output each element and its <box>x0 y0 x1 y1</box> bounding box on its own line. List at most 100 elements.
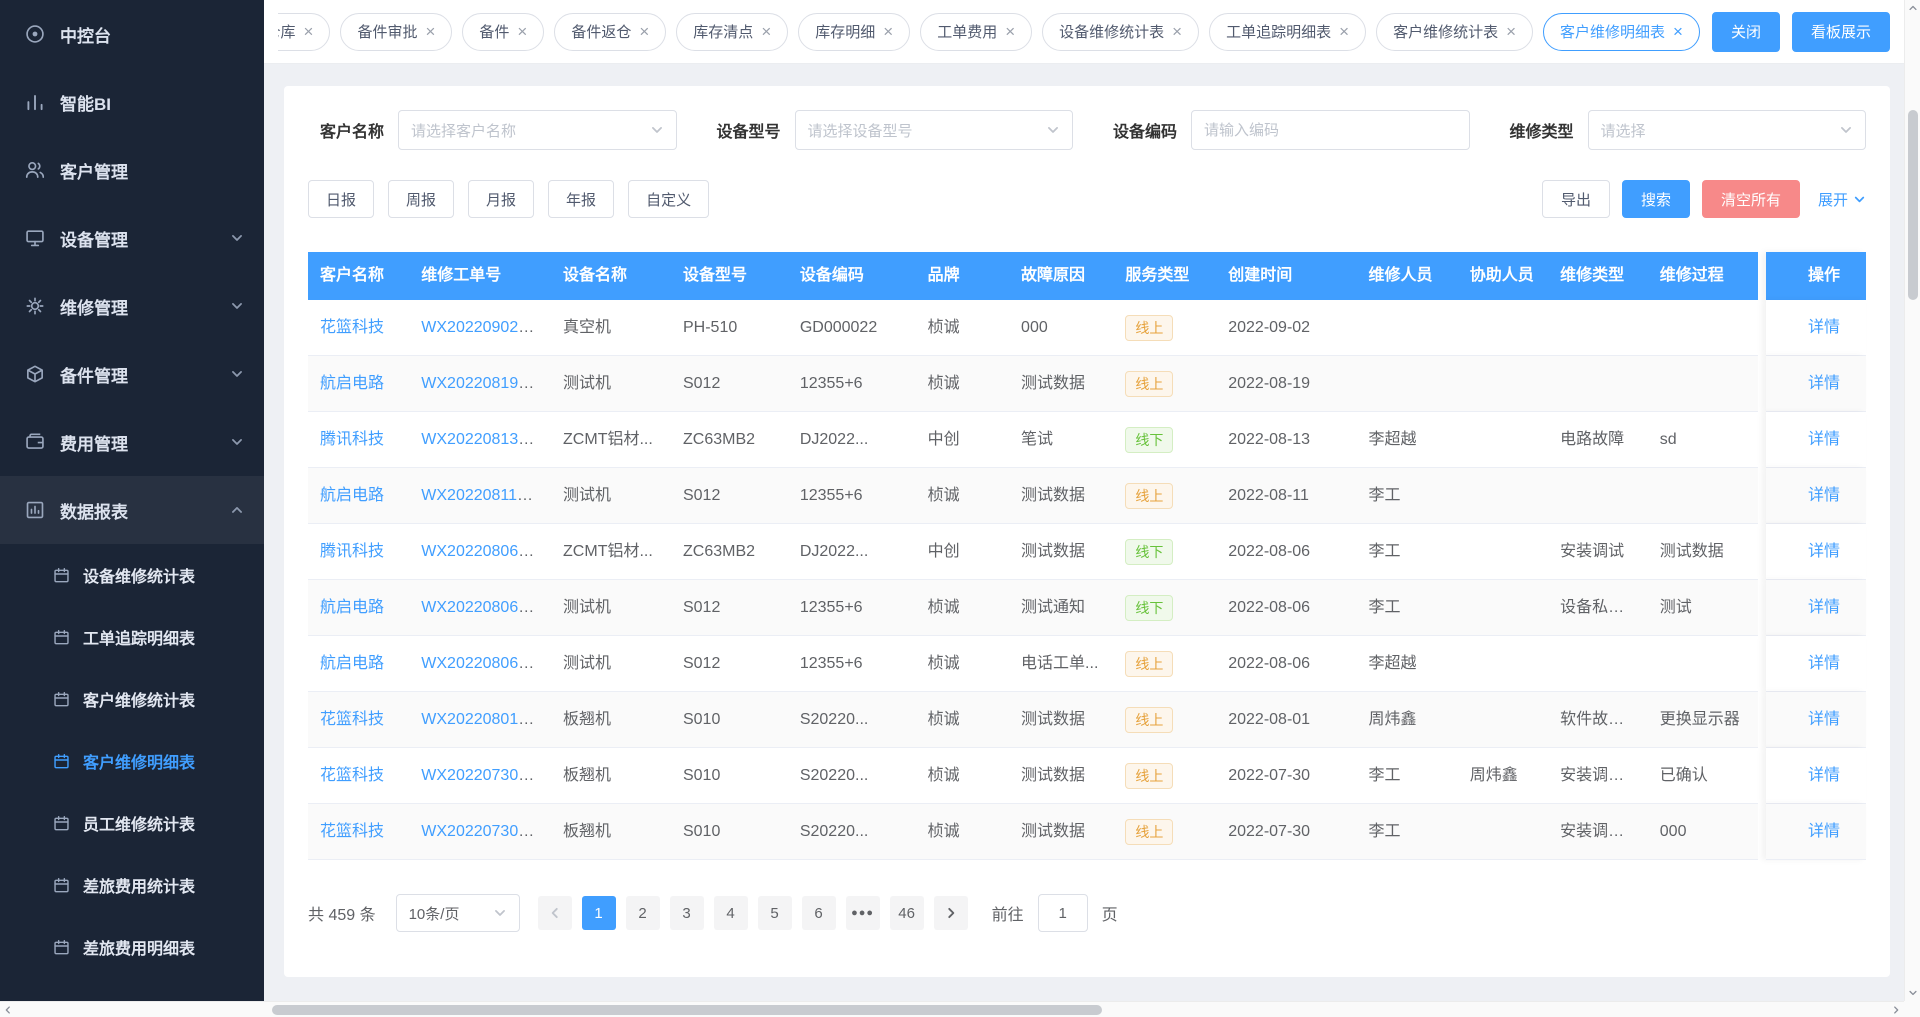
tab[interactable]: 工单费用× <box>920 13 1032 51</box>
period-button[interactable]: 自定义 <box>628 180 709 218</box>
sidebar-item-repair[interactable]: 维修管理 <box>0 272 264 340</box>
customer-name-select[interactable]: 请选择客户名称 <box>398 110 677 150</box>
sidebar-item-console[interactable]: 中控台 <box>0 0 264 68</box>
close-tab-icon[interactable]: × <box>639 23 649 40</box>
close-tab-icon[interactable]: × <box>1339 23 1349 40</box>
order-link[interactable]: WX202208190001 <box>421 375 551 392</box>
customer-link[interactable]: 航启电路 <box>320 487 384 504</box>
customer-link[interactable]: 花篮科技 <box>320 711 384 728</box>
period-button[interactable]: 日报 <box>308 180 374 218</box>
order-link[interactable]: WX202208060003 <box>421 543 551 560</box>
pager-page[interactable]: 5 <box>758 896 792 930</box>
detail-link[interactable]: 详情 <box>1808 375 1840 392</box>
next-page-button[interactable] <box>934 896 968 930</box>
pager-page[interactable]: 4 <box>714 896 748 930</box>
sidebar-subitem[interactable]: 差旅费用统计表 <box>0 854 264 916</box>
close-tab-icon[interactable]: × <box>1005 23 1015 40</box>
sidebar-subitem[interactable]: 差旅费用明细表 <box>0 916 264 978</box>
customer-link[interactable]: 腾讯科技 <box>320 543 384 560</box>
close-tab-icon[interactable]: × <box>761 23 771 40</box>
device-code-input[interactable] <box>1191 110 1470 150</box>
sidebar-item-report[interactable]: 数据报表 <box>0 476 264 544</box>
tab[interactable]: 设备维修统计表× <box>1042 13 1199 51</box>
pager-page[interactable]: 1 <box>582 896 616 930</box>
order-link[interactable]: WX202208130001 <box>421 431 551 448</box>
customer-link[interactable]: 花篮科技 <box>320 823 384 840</box>
tab[interactable]: 备件返仓× <box>554 13 666 51</box>
tab[interactable]: 库存明细× <box>798 13 910 51</box>
pager-more[interactable]: ●●● <box>846 896 880 930</box>
order-link[interactable]: WX202208060001 <box>421 655 551 672</box>
sidebar-item-cost[interactable]: 费用管理 <box>0 408 264 476</box>
customer-link[interactable]: 腾讯科技 <box>320 431 384 448</box>
sidebar-subitem[interactable]: 设备维修统计表 <box>0 544 264 606</box>
period-button[interactable]: 周报 <box>388 180 454 218</box>
detail-link[interactable]: 详情 <box>1808 319 1840 336</box>
close-tab-icon[interactable]: × <box>883 23 893 40</box>
expand-toggle[interactable]: 展开 <box>1818 189 1866 210</box>
sidebar-item-parts[interactable]: 备件管理 <box>0 340 264 408</box>
tab[interactable]: 工单追踪明细表× <box>1209 13 1366 51</box>
pager-page[interactable]: 2 <box>626 896 660 930</box>
order-link[interactable]: WX202209020001 <box>421 319 551 336</box>
order-link[interactable]: WX202208110001 <box>421 487 551 504</box>
tab[interactable]: 库存清点× <box>676 13 788 51</box>
customer-link[interactable]: 花篮科技 <box>320 319 384 336</box>
tab[interactable]: 客户维修明细表× <box>1543 13 1700 51</box>
detail-link[interactable]: 详情 <box>1808 823 1840 840</box>
search-button[interactable]: 搜索 <box>1622 180 1690 218</box>
detail-link[interactable]: 详情 <box>1808 487 1840 504</box>
repair-type-select[interactable]: 请选择 <box>1588 110 1867 150</box>
order-link[interactable]: WX202207300002 <box>421 767 551 784</box>
tab[interactable]: 客户维修统计表× <box>1376 13 1533 51</box>
detail-link[interactable]: 详情 <box>1808 599 1840 616</box>
clear-all-button[interactable]: 清空所有 <box>1702 180 1800 218</box>
scroll-left-icon[interactable] <box>0 1002 16 1017</box>
customer-link[interactable]: 航启电路 <box>320 655 384 672</box>
scroll-up-icon[interactable] <box>1905 0 1920 16</box>
export-button[interactable]: 导出 <box>1542 180 1610 218</box>
horizontal-scrollbar-thumb[interactable] <box>272 1005 1102 1015</box>
detail-link[interactable]: 详情 <box>1808 711 1840 728</box>
customer-link[interactable]: 航启电路 <box>320 599 384 616</box>
tab[interactable]: 备件审批× <box>340 13 452 51</box>
order-link[interactable]: WX202208010001 <box>421 711 551 728</box>
detail-link[interactable]: 详情 <box>1808 655 1840 672</box>
detail-link[interactable]: 详情 <box>1808 767 1840 784</box>
sidebar-subitem[interactable]: 客户维修统计表 <box>0 668 264 730</box>
sidebar-item-customer[interactable]: 客户管理 <box>0 136 264 204</box>
close-tab-icon[interactable]: × <box>517 23 527 40</box>
page-size-select[interactable]: 10条/页 <box>396 894 520 932</box>
pager-page[interactable]: 46 <box>890 896 924 930</box>
vertical-scrollbar-thumb[interactable] <box>1908 110 1918 300</box>
order-link[interactable]: WX202207300001 <box>421 823 551 840</box>
close-tab-button[interactable]: 关闭 <box>1712 12 1780 52</box>
close-tab-icon[interactable]: × <box>1172 23 1182 40</box>
horizontal-scrollbar[interactable] <box>0 1001 1904 1017</box>
board-display-button[interactable]: 看板展示 <box>1792 12 1890 52</box>
sidebar-subitem[interactable]: 员工维修统计表 <box>0 792 264 854</box>
sidebar-subitem[interactable]: 工单追踪明细表 <box>0 606 264 668</box>
tab[interactable]: 仓库× <box>278 13 330 51</box>
sidebar-item-device[interactable]: 设备管理 <box>0 204 264 272</box>
period-button[interactable]: 月报 <box>468 180 534 218</box>
pager-page[interactable]: 6 <box>802 896 836 930</box>
detail-link[interactable]: 详情 <box>1808 431 1840 448</box>
tab[interactable]: 备件× <box>462 13 544 51</box>
scroll-right-icon[interactable] <box>1888 1002 1904 1017</box>
pager-page[interactable]: 3 <box>670 896 704 930</box>
close-tab-icon[interactable]: × <box>1506 23 1516 40</box>
prev-page-button[interactable] <box>538 896 572 930</box>
sidebar-subitem[interactable]: 客户维修明细表 <box>0 730 264 792</box>
customer-link[interactable]: 航启电路 <box>320 375 384 392</box>
detail-link[interactable]: 详情 <box>1808 543 1840 560</box>
period-button[interactable]: 年报 <box>548 180 614 218</box>
order-link[interactable]: WX202208060002 <box>421 599 551 616</box>
scroll-down-icon[interactable] <box>1905 985 1920 1001</box>
close-tab-icon[interactable]: × <box>1673 23 1683 40</box>
goto-page-input[interactable] <box>1038 894 1088 932</box>
sidebar-item-bi[interactable]: 智能BI <box>0 68 264 136</box>
device-model-select[interactable]: 请选择设备型号 <box>795 110 1074 150</box>
customer-link[interactable]: 花篮科技 <box>320 767 384 784</box>
close-tab-icon[interactable]: × <box>304 23 314 40</box>
